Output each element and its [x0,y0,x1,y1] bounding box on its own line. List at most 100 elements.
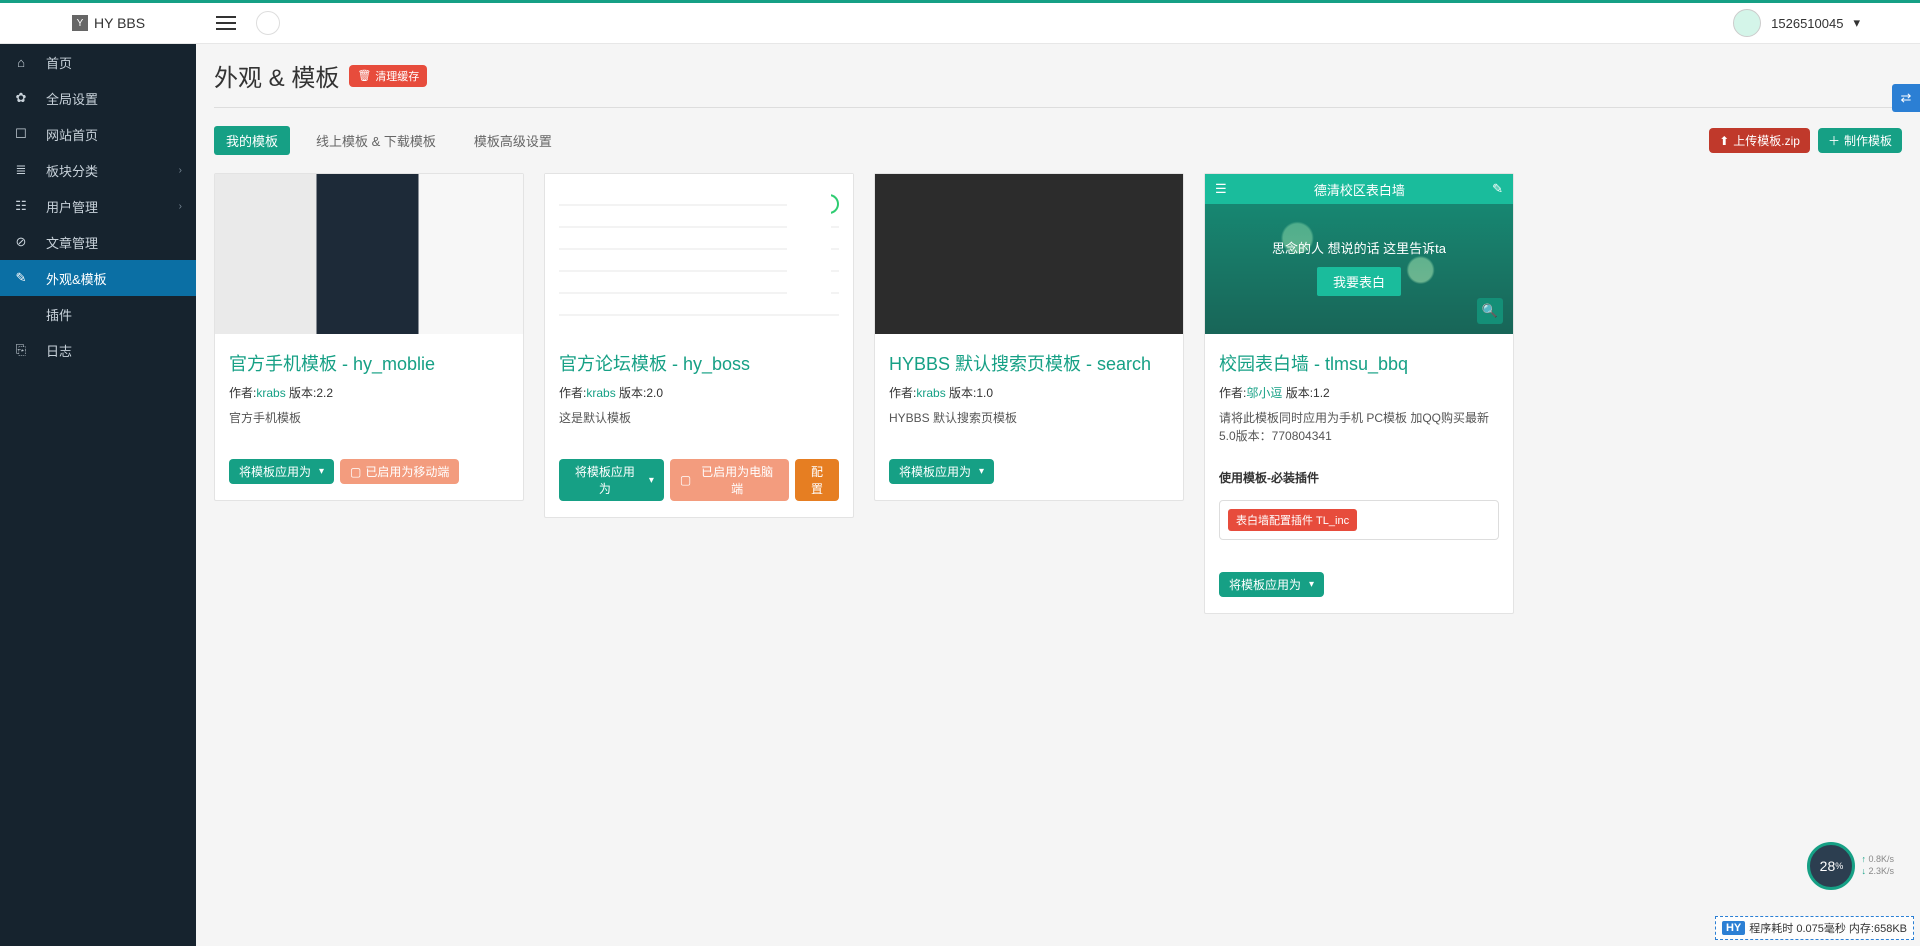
make-template-button[interactable]: ＋ 制作模板 [1818,128,1902,153]
author-name[interactable]: krabs [916,386,945,400]
template-desc: 这是默认模板 [559,409,839,427]
template-thumbnail[interactable]: ☰德清校区表白墙✎思念的人 想说的话 这里告诉ta我要表白🔍 [1205,174,1513,334]
nav-label: 用户管理 [46,197,98,216]
nav-label: 首页 [46,53,72,72]
apply-template-button[interactable]: 将模板应用为 [889,459,994,484]
template-meta: 作者:krabs 版本:2.2 [229,384,509,401]
nav-icon: ⌂ [14,55,28,70]
plugin-tag[interactable]: 表白墙配置插件 TL_inc [1228,509,1357,531]
template-title[interactable]: 官方论坛模板 - hy_boss [559,350,839,376]
clear-cache-button[interactable]: 🗑 清理缓存 [349,65,427,87]
plugin-section-title: 使用模板-必装插件 [1219,469,1499,486]
nav-icon: ☐ [14,126,28,142]
main-content: 外观 & 模板 🗑 清理缓存 我的模板线上模板 & 下载模板模板高级设置 ⬆ 上… [196,44,1920,946]
template-thumbnail[interactable] [875,174,1183,334]
version-prefix: 版本: [289,386,316,400]
sidebar-item-3[interactable]: ≣板块分类› [0,152,196,188]
apply-template-button[interactable]: 将模板应用为 [559,459,664,501]
user-area: 1526510045 ▾ [1733,9,1920,37]
version-value: 1.0 [976,386,993,400]
author-name[interactable]: krabs [586,386,615,400]
nav-label: 全局设置 [46,89,98,108]
side-widget-icon[interactable]: ⇄ [1892,84,1920,112]
meter-percent: 28 [1820,858,1836,874]
apply-template-button[interactable]: 将模板应用为 [1219,572,1324,597]
template-title[interactable]: HYBBS 默认搜索页模板 - search [889,350,1169,376]
brand-logo[interactable]: Y HY BBS [0,15,196,31]
template-thumbnail[interactable] [545,174,853,334]
avatar-placeholder[interactable] [256,11,280,35]
tab-1[interactable]: 线上模板 & 下载模板 [304,126,448,155]
thumb-headline: 思念的人 想说的话 这里告诉ta [1272,238,1446,257]
sidebar-item-0[interactable]: ⌂ 首页 [0,44,196,80]
edit-icon: ✎ [1492,181,1503,197]
page-header: 外观 & 模板 🗑 清理缓存 [214,58,1902,108]
version-prefix: 版本: [949,386,976,400]
plugin-box: 表白墙配置插件 TL_inc [1219,500,1499,540]
page-title: 外观 & 模板 [214,58,339,93]
meter-up: 0.8K/s [1861,854,1894,866]
menu-toggle-icon[interactable] [216,11,240,35]
nav-label: 网站首页 [46,125,98,144]
enabled-badge-button[interactable]: ▢ 已启用为电脑端 [670,459,789,501]
sidebar-item-4[interactable]: ☷ 用户管理 › [0,188,196,224]
version-value: 2.2 [316,386,333,400]
device-icon: ▢ [680,473,691,487]
sidebar: ⌂首页✿全局设置☐网站首页≣板块分类›☷用户管理›⊘文章管理✎外观&模板插件⎘日… [0,44,196,946]
nav-label: 文章管理 [46,233,98,252]
card-actions: 将模板应用为 ▢ 已启用为移动端 [229,435,509,484]
author-prefix: 作者: [559,386,586,400]
clear-cache-label: 清理缓存 [375,68,419,84]
version-value: 1.2 [1313,386,1330,400]
apply-template-button[interactable]: 将模板应用为 [229,459,334,484]
template-card-2: HYBBS 默认搜索页模板 - search作者:krabs 版本:1.0HYB… [874,173,1184,501]
chevron-right-icon: › [179,201,182,212]
meter-circle: 28% [1807,842,1855,890]
user-avatar-icon[interactable] [1733,9,1761,37]
tab-2[interactable]: 模板高级设置 [462,126,564,155]
upload-icon: ⬆ [1719,134,1729,148]
version-prefix: 版本: [619,386,646,400]
performance-meter: 28% 0.8K/s 2.3K/s [1807,842,1894,890]
enabled-badge-button[interactable]: ▢ 已启用为移动端 [340,459,459,484]
nav-label: 板块分类 [46,161,98,180]
upload-template-button[interactable]: ⬆ 上传模板.zip [1709,128,1810,153]
template-title[interactable]: 校园表白墙 - tlmsu_bbq [1219,350,1499,376]
username[interactable]: 1526510045 [1771,16,1843,31]
plus-icon: ＋ [1828,132,1840,149]
nav-icon: ☷ [14,198,28,214]
author-prefix: 作者: [1219,386,1246,400]
sidebar-item-2[interactable]: ☐ 网站首页 [0,116,196,152]
meter-down: 2.3K/s [1861,866,1894,878]
meter-unit: % [1835,861,1843,871]
trash-icon: 🗑 [357,69,371,82]
debug-badge: HY [1722,921,1745,935]
brand-text: HY BBS [94,15,145,31]
sidebar-item-6[interactable]: ✎ 外观&模板 [0,260,196,296]
tab-0[interactable]: 我的模板 [214,126,290,155]
nav-icon: ≣ [14,162,28,178]
device-icon: ▢ [350,465,361,479]
sidebar-item-1[interactable]: ✿全局设置 [0,80,196,116]
template-title[interactable]: 官方手机模板 - hy_moblie [229,350,509,376]
author-prefix: 作者: [889,386,916,400]
sidebar-item-8[interactable]: ⎘日志 [0,332,196,368]
nav-icon: ✎ [14,270,28,286]
sidebar-item-5[interactable]: ⊘文章管理 [0,224,196,260]
chevron-down-icon[interactable]: ▾ [1853,15,1860,31]
debug-text: 程序耗时 0.075毫秒 内存:658KB [1749,920,1907,936]
upload-label: 上传模板.zip [1733,132,1800,149]
nav-label: 外观&模板 [46,269,107,288]
author-prefix: 作者: [229,386,256,400]
cards-grid: 官方手机模板 - hy_moblie作者:krabs 版本:2.2官方手机模板将… [214,173,1902,614]
template-meta: 作者:邬小逗 版本:1.2 [1219,384,1499,401]
template-meta: 作者:krabs 版本:2.0 [559,384,839,401]
sidebar-item-7[interactable]: 插件 [0,296,196,332]
version-prefix: 版本: [1286,386,1313,400]
template-thumbnail[interactable] [215,174,523,334]
author-name[interactable]: 邬小逗 [1246,386,1282,400]
config-button[interactable]: 配置 [795,459,839,501]
author-name[interactable]: krabs [256,386,285,400]
meter-stats: 0.8K/s 2.3K/s [1861,854,1894,877]
tabs-row: 我的模板线上模板 & 下载模板模板高级设置 ⬆ 上传模板.zip ＋ 制作模板 [214,126,1902,155]
